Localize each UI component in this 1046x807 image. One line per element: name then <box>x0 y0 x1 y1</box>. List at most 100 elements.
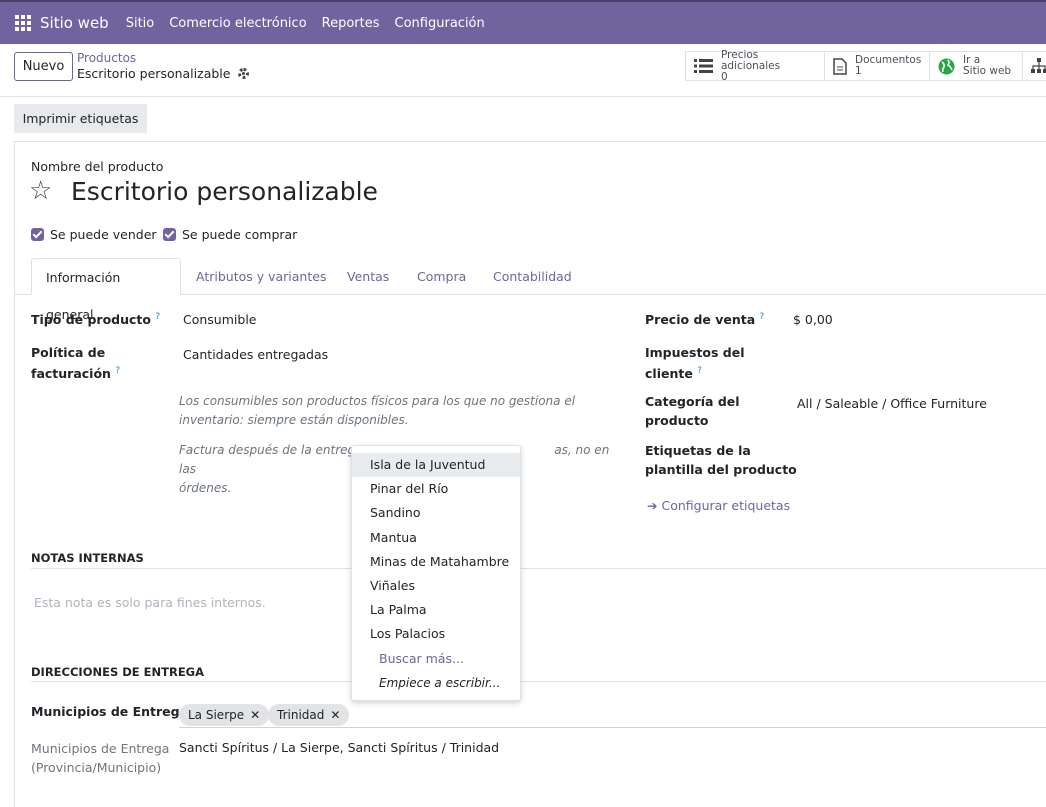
invoice-policy-label: Política de facturación ? <box>31 343 120 383</box>
remove-tag-icon[interactable]: ✕ <box>330 704 340 726</box>
product-category-field[interactable]: All / Saleable / Office Furniture <box>797 396 987 411</box>
tab-attributes-variants[interactable]: Atributos y variantes <box>182 258 340 295</box>
help-consumable: Los consumibles son productos físicos pa… <box>179 394 576 427</box>
tag-trinidad: Trinidad ✕ <box>268 704 350 726</box>
customer-taxes-label: Impuestos del cliente ? <box>645 343 745 383</box>
extra-prices-count: 0 <box>721 70 728 83</box>
remove-tag-icon[interactable]: ✕ <box>250 704 260 726</box>
help-tooltip-icon[interactable]: ? <box>697 366 702 376</box>
documents-text: Documentos 1 <box>855 55 921 77</box>
gear-icon[interactable] <box>238 68 250 79</box>
start-typing-hint: Empiece a escribir... <box>379 676 501 690</box>
municipalities-full-label-line2: (Provincia/Municipio) <box>31 760 162 775</box>
municipalities-input-underline[interactable] <box>179 727 1046 728</box>
apps-grid-icon[interactable] <box>15 15 31 31</box>
app-brand[interactable]: Sitio web <box>40 14 109 32</box>
product-type-field[interactable]: Consumible <box>183 312 256 327</box>
template-tags-label-line2: plantilla del producto <box>645 462 797 477</box>
tab-purchase[interactable]: Compra <box>403 258 480 295</box>
tag-label: La Sierpe <box>188 708 245 722</box>
help-tooltip-icon[interactable]: ? <box>760 312 765 322</box>
product-category-label-line1: Categoría del <box>645 394 740 409</box>
municipalities-full-value: Sancti Spíritus / La Sierpe, Sancti Spír… <box>179 740 500 755</box>
product-name-field[interactable]: Escritorio personalizable <box>71 177 378 206</box>
dropdown-option[interactable]: Los Palacios <box>352 622 520 646</box>
list-icon <box>694 58 713 74</box>
extra-prices-button[interactable]: Precios adicionales 0 <box>686 48 825 83</box>
can-buy-label: Se puede comprar <box>182 227 298 242</box>
document-icon <box>833 57 847 75</box>
search-more-link[interactable]: Buscar más... <box>379 651 464 666</box>
tag-la-sierpe: La Sierpe ✕ <box>179 704 270 726</box>
go-to-website-button[interactable]: Ir a Sitio web <box>930 52 1023 80</box>
invoice-policy-label-line2: facturación <box>31 366 111 382</box>
product-type-label-text: Tipo de producto <box>31 312 151 328</box>
section-divider <box>31 681 1046 682</box>
dropdown-option[interactable]: La Palma <box>352 598 520 622</box>
section-divider <box>31 568 1046 569</box>
globe-icon <box>938 58 955 75</box>
sitemap-button[interactable] <box>1023 52 1046 80</box>
form-sheet: Nombre del producto ☆ Escritorio persona… <box>14 141 1046 807</box>
print-labels-button[interactable]: Imprimir etiquetas <box>14 104 147 133</box>
can-buy-checkbox[interactable]: Se puede comprar <box>163 227 297 242</box>
documents-label: Documentos <box>855 54 922 66</box>
menu-ecommerce[interactable]: Comercio electrónico <box>169 16 306 31</box>
customer-taxes-label-line2: cliente <box>645 366 693 382</box>
product-category-label: Categoría del producto <box>645 392 740 430</box>
sale-price-label-text: Precio de venta <box>645 312 756 328</box>
help-invoice-line2: órdenes. <box>179 481 232 495</box>
dropdown-option[interactable]: Pinar del Río <box>352 477 520 501</box>
product-type-label: Tipo de producto ? <box>31 308 160 329</box>
checkbox-checked-icon <box>31 228 44 241</box>
documents-button[interactable]: Documentos 1 <box>825 52 930 80</box>
sale-price-field[interactable]: $ 0,00 <box>793 312 833 327</box>
product-category-label-line2: producto <box>645 413 709 428</box>
product-name-label: Nombre del producto <box>31 159 164 174</box>
municipality-autocomplete-dropdown: Isla de la Juventud Pinar del Río Sandin… <box>351 445 521 701</box>
menu-configuracion[interactable]: Configuración <box>395 16 485 31</box>
menu-reportes[interactable]: Reportes <box>322 16 380 31</box>
dropdown-option[interactable]: Minas de Matahambre <box>352 550 520 574</box>
extra-prices-label: Precios adicionales <box>721 48 781 72</box>
tab-general-info[interactable]: Información general <box>31 258 181 322</box>
record-title-text: Escritorio personalizable <box>77 66 231 81</box>
help-tooltip-icon[interactable]: ? <box>115 366 120 376</box>
documents-count: 1 <box>855 65 862 77</box>
invoice-policy-label-line1: Política de <box>31 345 106 360</box>
can-sell-checkbox[interactable]: Se puede vender <box>31 227 157 242</box>
help-invoice-line1-start: Factura después de la entrega, <box>179 443 367 457</box>
template-tags-label-line1: Etiquetas de la <box>645 443 751 458</box>
sale-price-label: Precio de venta ? <box>645 308 764 329</box>
extra-prices-text: Precios adicionales 0 <box>721 48 816 83</box>
checkbox-checked-icon <box>163 228 176 241</box>
website-label: Sitio web <box>963 65 1012 77</box>
customer-taxes-label-line1: Impuestos del <box>645 345 745 360</box>
tag-label: Trinidad <box>277 708 325 722</box>
go-to-website-text: Ir a Sitio web <box>963 55 1011 77</box>
dropdown-option[interactable]: Isla de la Juventud <box>352 453 520 477</box>
tab-accounting[interactable]: Contabilidad <box>479 258 586 295</box>
dropdown-option[interactable]: Sandino <box>352 501 520 525</box>
form-tabs: Información general Atributos y variante… <box>15 258 1046 322</box>
configure-tags-text: Configurar etiquetas <box>661 498 791 513</box>
sitemap-icon <box>1031 58 1046 74</box>
smart-buttons: Precios adicionales 0 Documentos 1 Ir a Sit… <box>685 48 1046 83</box>
delivery-municipalities-label: Municipios de Entrega <box>31 704 189 719</box>
dropdown-option[interactable]: Viñales <box>352 574 520 598</box>
help-tooltip-icon[interactable]: ? <box>155 312 160 322</box>
menu-sitio[interactable]: Sitio <box>126 16 155 31</box>
tab-sales[interactable]: Ventas <box>333 258 403 295</box>
dropdown-option[interactable]: Mantua <box>352 526 520 550</box>
top-navbar: Sitio web Sitio Comercio electrónico Rep… <box>0 0 1046 44</box>
municipalities-full-label: Municipios de Entrega (Provincia/Municipi… <box>31 739 169 777</box>
control-panel: Nuevo Productos Escritorio personalizabl… <box>0 44 1046 97</box>
new-button[interactable]: Nuevo <box>14 52 73 81</box>
invoice-policy-field[interactable]: Cantidades entregadas <box>183 347 328 362</box>
breadcrumb[interactable]: Productos <box>77 51 136 65</box>
internal-notes-field[interactable]: Esta nota es solo para fines internos. <box>34 595 266 610</box>
star-icon[interactable]: ☆ <box>29 177 52 205</box>
configure-tags-link[interactable]: ➔ Configurar etiquetas <box>647 498 790 513</box>
arrow-right-icon: ➔ <box>647 498 658 513</box>
can-sell-label: Se puede vender <box>50 227 157 242</box>
